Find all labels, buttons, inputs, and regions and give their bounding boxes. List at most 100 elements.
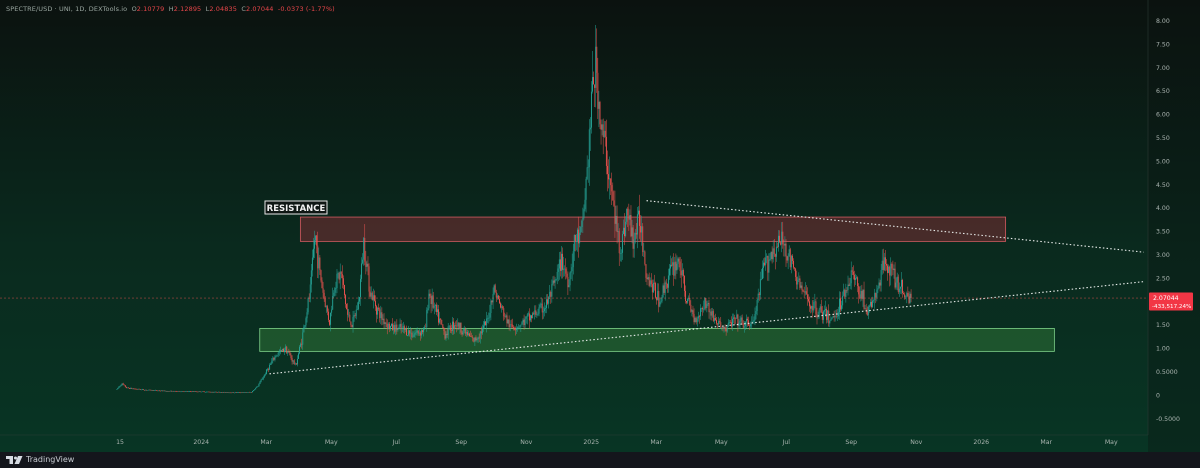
candle-body[interactable] [880,270,882,286]
candle-body[interactable] [184,391,186,392]
candle-body[interactable] [143,389,144,390]
candle-body[interactable] [619,253,621,254]
candle-body[interactable] [171,390,173,392]
candle-body[interactable] [479,331,481,339]
candle-body[interactable] [727,322,729,327]
candle-body[interactable] [206,391,208,393]
candle-body[interactable] [846,289,848,291]
candle-body[interactable] [504,316,506,317]
candle-body[interactable] [132,388,134,390]
candle-body[interactable] [870,301,871,306]
candle-body[interactable] [510,324,512,325]
candle-body[interactable] [122,383,124,385]
candle-body[interactable] [384,322,386,324]
candle-body[interactable] [586,167,588,179]
candle-body[interactable] [188,391,190,392]
candle-body[interactable] [895,282,897,288]
candle-body[interactable] [118,386,120,389]
candle-body[interactable] [565,268,567,274]
candle-body[interactable] [243,392,245,393]
candle-body[interactable] [554,279,556,283]
candle-body[interactable] [170,390,172,392]
candle-body[interactable] [463,328,465,331]
candle-body[interactable] [648,277,650,286]
candle-body[interactable] [734,317,736,319]
candle-body[interactable] [292,360,294,362]
candle-body[interactable] [133,388,135,390]
candle-body[interactable] [893,268,895,270]
candle-body[interactable] [676,263,678,271]
candle-body[interactable] [666,283,668,288]
candle-body[interactable] [706,304,708,309]
candle-body[interactable] [228,392,230,394]
candle-body[interactable] [394,325,396,332]
candle-body[interactable] [784,243,786,246]
candle-body[interactable] [563,268,565,270]
candle-body[interactable] [365,261,367,267]
candle-body[interactable] [373,295,375,301]
candle-body[interactable] [441,319,443,325]
candle-body[interactable] [336,273,338,289]
candle-body[interactable] [501,306,503,308]
candle-body[interactable] [778,235,779,248]
candle-body[interactable] [670,264,671,269]
candle-body[interactable] [805,291,807,295]
candle-body[interactable] [524,318,526,326]
candle-body[interactable] [210,391,212,393]
candle-body[interactable] [811,306,813,309]
candle-body[interactable] [416,330,418,333]
candle-body[interactable] [509,324,511,328]
candle-body[interactable] [564,268,566,270]
candle-body[interactable] [427,308,429,311]
candle-body[interactable] [376,306,377,315]
candle-body[interactable] [652,282,654,293]
candle-body[interactable] [543,308,545,312]
candle-body[interactable] [828,310,830,324]
candle-body[interactable] [704,298,706,309]
candle-body[interactable] [695,317,697,323]
candle-body[interactable] [231,392,233,393]
candle-body[interactable] [156,390,158,392]
candle-body[interactable] [672,262,674,266]
candle-body[interactable] [871,301,872,307]
candle-body[interactable] [213,392,215,393]
candle-body[interactable] [145,389,147,391]
candle-body[interactable] [166,390,168,392]
candle-body[interactable] [212,391,214,393]
candle-body[interactable] [783,244,785,246]
candle-body[interactable] [877,288,879,290]
candle-body[interactable] [330,312,332,325]
candle-body[interactable] [764,262,766,266]
candle-body[interactable] [425,326,427,328]
candle-body[interactable] [472,337,474,338]
candle-body[interactable] [325,306,327,308]
candle-body[interactable] [457,322,459,327]
candle-body[interactable] [459,322,461,329]
candle-body[interactable] [883,257,885,271]
candle-body[interactable] [545,308,546,309]
candle-body[interactable] [225,392,227,393]
candle-body[interactable] [587,167,589,168]
candle-body[interactable] [646,277,648,280]
candle-body[interactable] [488,317,490,319]
candle-body[interactable] [349,314,351,322]
candle-body[interactable] [227,392,229,393]
candle-body[interactable] [353,315,355,317]
candle-body[interactable] [196,391,198,393]
candle-body[interactable] [732,318,733,327]
candle-body[interactable] [244,392,246,393]
candle-body[interactable] [324,298,326,308]
candle-body[interactable] [198,391,200,392]
candle-body[interactable] [789,249,791,268]
candle-body[interactable] [320,270,322,281]
candle-body[interactable] [728,322,730,323]
candle-body[interactable] [570,271,572,273]
candle-body[interactable] [618,231,620,254]
candle-body[interactable] [669,268,670,276]
candle-body[interactable] [798,278,800,281]
candle-body[interactable] [399,323,401,327]
candle-body[interactable] [237,392,239,393]
candle-body[interactable] [271,361,273,364]
candle-body[interactable] [418,332,420,334]
candle-body[interactable] [481,327,483,334]
